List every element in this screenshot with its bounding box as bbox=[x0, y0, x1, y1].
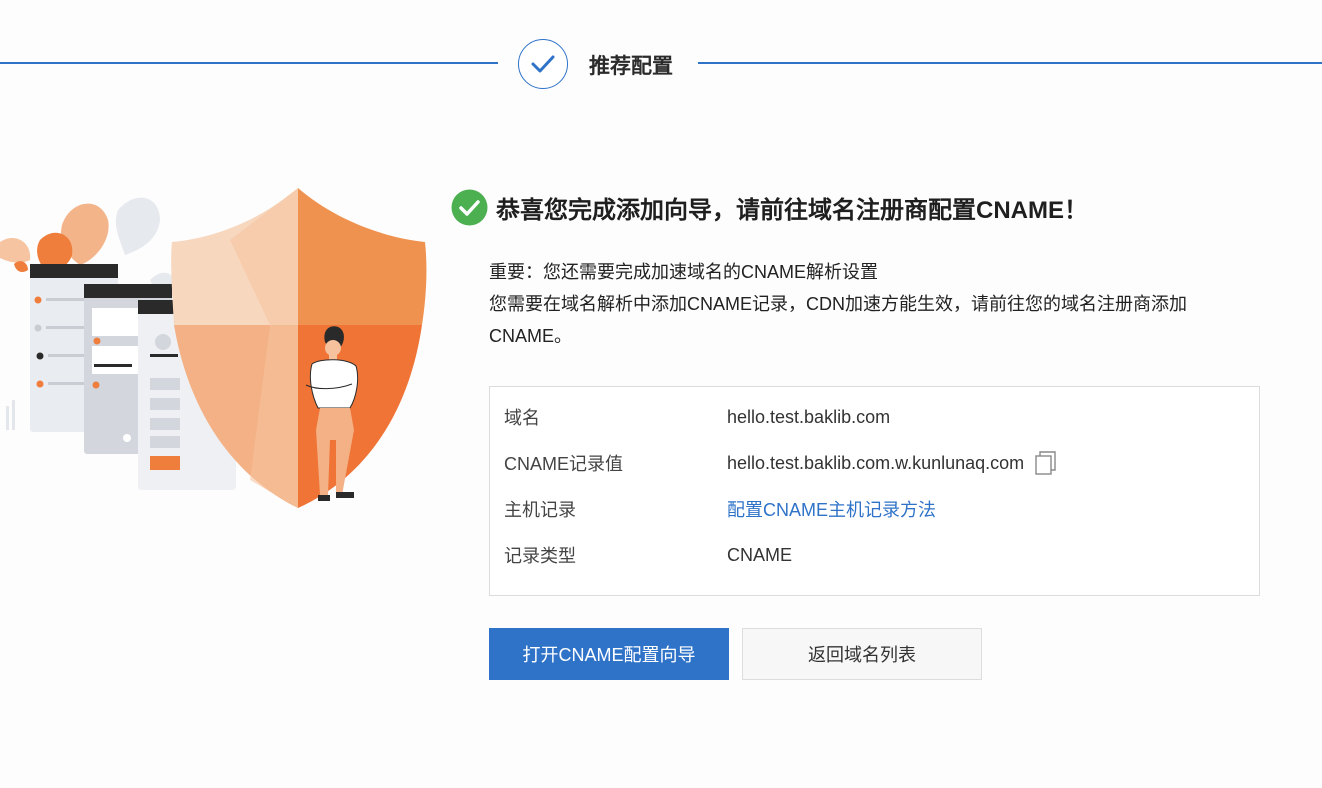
host-label: 主机记录 bbox=[504, 500, 576, 520]
cname-instructions: 重要：您还需要完成加速域名的CNAME解析设置 您需要在域名解析中添加CNAME… bbox=[489, 256, 1269, 352]
back-to-domain-list-button[interactable]: 返回域名列表 bbox=[742, 628, 982, 680]
record-type-value: CNAME bbox=[727, 544, 793, 565]
important-note: 重要：您还需要完成加速域名的CNAME解析设置 bbox=[489, 262, 879, 282]
step-line-left bbox=[0, 62, 498, 64]
cname-value-wrap: hello.test.baklib.com.w.kunlunaq.com bbox=[727, 450, 1058, 476]
host-value-wrap: 配置CNAME主机记录方法 bbox=[727, 496, 936, 522]
host-record-help-link[interactable]: 配置CNAME主机记录方法 bbox=[727, 496, 936, 522]
cname-info-table: 域名 hello.test.baklib.com CNAME记录值 hello.… bbox=[489, 386, 1260, 596]
security-shield-illustration bbox=[0, 188, 427, 508]
domain-label: 域名 bbox=[504, 408, 540, 428]
step-title: 推荐配置 bbox=[589, 55, 673, 78]
record-type-label: 记录类型 bbox=[504, 546, 576, 566]
step-indicator bbox=[518, 39, 568, 89]
page: 推荐配置 恭喜您完成添加向导，请前往域名注册商配置CNAME！ 重要：您还需要完… bbox=[0, 0, 1322, 788]
success-title: 恭喜您完成添加向导，请前往域名注册商配置CNAME！ bbox=[496, 196, 1088, 224]
copy-icon[interactable] bbox=[1034, 450, 1058, 476]
open-cname-wizard-button[interactable]: 打开CNAME配置向导 bbox=[489, 628, 729, 680]
check-circle-icon bbox=[451, 189, 488, 225]
step-line-right bbox=[698, 62, 1322, 64]
cname-value: hello.test.baklib.com.w.kunlunaq.com bbox=[727, 452, 1025, 473]
success-header: 恭喜您完成添加向导，请前往域名注册商配置CNAME！ bbox=[451, 188, 1088, 226]
instruction-text: 您需要在域名解析中添加CNAME记录，CDN加速方能生效，请前往您的域名注册商添… bbox=[489, 294, 1187, 346]
check-icon bbox=[531, 55, 555, 73]
cname-label: CNAME记录值 bbox=[504, 454, 624, 474]
domain-value: hello.test.baklib.com bbox=[727, 406, 891, 427]
